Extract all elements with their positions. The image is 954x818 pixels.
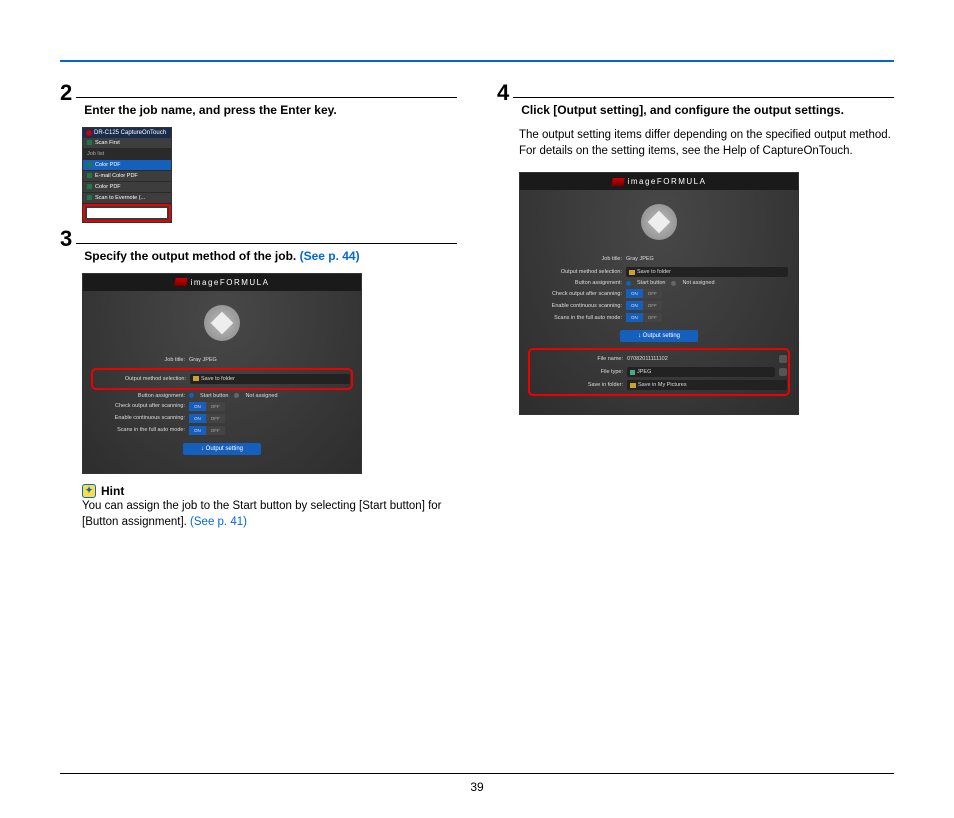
row-save-in: Save in folder: Save in My Pictures — [531, 380, 787, 390]
doc-icon — [87, 162, 92, 167]
bottom-rule — [60, 773, 894, 774]
row-fullauto: Scans in the full auto mode: ONOFF — [530, 313, 788, 322]
row-job-title: Job title: Gray JPEG — [93, 355, 351, 365]
toggle-control: ONOFF — [626, 301, 662, 310]
screenshot-output-setting: imageFORMULA Job title: Gray JPEG Output… — [519, 172, 799, 415]
step-4: 4 Click [Output setting], and configure … — [497, 97, 894, 415]
link-p44[interactable]: (See p. 44) — [300, 249, 360, 263]
list-header: Job list — [83, 149, 171, 160]
output-method-select: Save to folder — [626, 267, 788, 277]
row-job-title: Job title: Gray JPEG — [530, 254, 788, 264]
brand-text: imageFORMULA — [628, 177, 707, 186]
toggle-control: ONOFF — [189, 402, 225, 411]
step-number-2: 2 — [60, 82, 76, 104]
highlight-box: Output method selection: Save to folder — [91, 368, 353, 390]
right-column: 4 Click [Output setting], and configure … — [497, 97, 894, 551]
window-title: DR-C125 CaptureOnTouch — [94, 130, 166, 136]
radio-off-icon — [234, 393, 239, 398]
toggle-control: ONOFF — [189, 426, 225, 435]
top-rule — [60, 60, 894, 62]
brand-text: imageFORMULA — [191, 278, 270, 287]
highlight-box — [83, 204, 171, 222]
step-2: 2 Enter the job name, and press the Ente… — [60, 97, 457, 223]
folder-icon — [630, 383, 636, 388]
step-4-body: The output setting items differ dependin… — [519, 127, 894, 160]
row-button-assign: Button assignment: Start button Not assi… — [530, 280, 788, 286]
brand-logo-icon — [174, 278, 187, 286]
highlight-box: File name: 07082011111102 File type: JPE… — [528, 348, 790, 396]
app-header: imageFORMULA — [520, 173, 798, 190]
screenshot-output-method: imageFORMULA Job title: Gray JPEG Output… — [82, 273, 362, 474]
scan-diamond-icon — [648, 211, 671, 234]
radio-on-icon — [189, 393, 194, 398]
row-output-method: Output method selection: Save to folder — [530, 267, 788, 277]
row-enable-continuous: Enable continuous scanning: ONOFF — [93, 414, 351, 423]
radio-off-icon — [671, 281, 676, 286]
hint-body: You can assign the job to the Start butt… — [82, 498, 457, 531]
folder-icon — [629, 270, 635, 275]
page-number: 39 — [0, 780, 954, 794]
list-item: E-mail Color PDF — [83, 171, 171, 182]
step-2-title: Enter the job name, and press the Enter … — [84, 102, 337, 119]
hint-heading: ✦ Hint — [82, 484, 457, 498]
gear-icon — [779, 368, 787, 376]
doc-icon — [87, 195, 92, 200]
row-button-assign: Button assignment: Start button Not assi… — [93, 393, 351, 399]
left-column: 2 Enter the job name, and press the Ente… — [60, 97, 457, 551]
doc-icon — [87, 140, 92, 145]
save-folder-select: Save in My Pictures — [627, 380, 787, 390]
output-setting-button: ↓ Output setting — [620, 330, 698, 342]
step-3-title: Specify the output method of the job. (S… — [84, 248, 359, 265]
scan-button — [641, 204, 677, 240]
toggle-control: ONOFF — [189, 414, 225, 423]
row-file-name: File name: 07082011111102 — [531, 354, 787, 364]
window-titlebar: DR-C125 CaptureOnTouch — [83, 128, 171, 138]
hint-bulb-icon: ✦ — [82, 484, 96, 498]
jobname-input — [87, 208, 167, 218]
app-logo-dot — [86, 130, 92, 136]
toggle-control: ONOFF — [626, 313, 662, 322]
toggle-control: ONOFF — [626, 289, 662, 298]
row-output-method: Output method selection: Save to folder — [94, 374, 350, 384]
list-item: Scan to Evernote (... — [83, 193, 171, 204]
doc-icon — [87, 184, 92, 189]
row-file-type: File type: JPEG — [531, 367, 787, 377]
step-number-3: 3 — [60, 228, 76, 250]
output-method-select: Save to folder — [190, 374, 350, 384]
scan-button — [204, 305, 240, 341]
link-p41[interactable]: (See p. 41) — [190, 516, 247, 528]
doc-icon — [630, 370, 635, 375]
output-setting-button: ↓ Output setting — [183, 443, 261, 455]
row-check-output: Check output after scanning: ONOFF — [93, 402, 351, 411]
gear-icon — [779, 355, 787, 363]
list-item: Scan First — [83, 138, 171, 149]
brand-logo-icon — [611, 178, 624, 186]
row-fullauto: Scans in the full auto mode: ONOFF — [93, 426, 351, 435]
step-4-title: Click [Output setting], and configure th… — [521, 102, 844, 119]
screenshot-joblist: DR-C125 CaptureOnTouch Scan First Job li… — [82, 127, 172, 223]
folder-icon — [193, 376, 199, 381]
app-header: imageFORMULA — [83, 274, 361, 291]
doc-icon — [87, 173, 92, 178]
file-type-select: JPEG — [627, 367, 775, 377]
row-check-output: Check output after scanning: ONOFF — [530, 289, 788, 298]
scan-diamond-icon — [211, 311, 234, 334]
radio-on-icon — [626, 281, 631, 286]
step-number-4: 4 — [497, 82, 513, 104]
step-3: 3 Specify the output method of the job. … — [60, 243, 457, 531]
list-item: Color PDF — [83, 182, 171, 193]
list-item: Color PDF — [83, 160, 171, 171]
row-enable-continuous: Enable continuous scanning: ONOFF — [530, 301, 788, 310]
